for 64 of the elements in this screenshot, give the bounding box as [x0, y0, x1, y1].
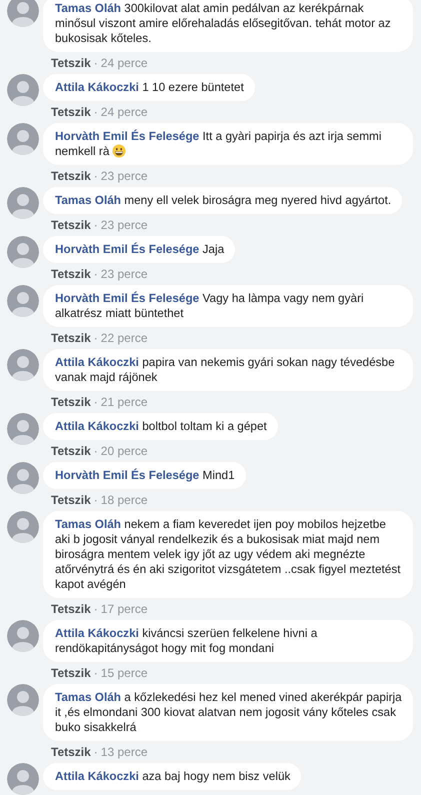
author-link[interactable]: Tamas Oláh [55, 690, 122, 704]
like-link[interactable]: Tetszik [51, 56, 91, 70]
separator-dot: · [94, 331, 98, 345]
comment-text: Tamas Oláh a kőzlekedési hez kel mened vined akerékpár papirja it ,és elmondani 300 kiovat alatvan nem jogosit vány kőteles csak buko sisakkelrá [55, 690, 402, 735]
comment-text: Horvàth Emil És Felesége Vagy ha làmpa vagy nem gyàri alkatrész miatt büntethet [55, 291, 365, 321]
avatar-placeholder[interactable] [7, 285, 39, 317]
avatar-placeholder[interactable] [7, 763, 39, 795]
author-link[interactable]: Horvàth Emil És Felesége [55, 129, 200, 143]
comment-text: Tamas Oláh meny ell velek biroságra meg nyered hivd agyártot. [55, 193, 392, 208]
author-link[interactable]: Attila Kákoczki [55, 355, 139, 369]
separator-dot: · [94, 666, 98, 680]
separator-dot: · [94, 218, 98, 232]
avatar-placeholder[interactable] [7, 511, 39, 543]
comment-text: Tamas Oláh nekem a fiam keveredet ijen poy mobilos hejzetbe aki b jogosit ványal rendelkezik és a bukosisak miat majd nem biroságra mentem velek igy jőt az ugy védem aki megnézte atőrvénytrá és én aki szigoritot vizsgátetem ..csak figyel meztetést kapot avégén [55, 517, 402, 592]
like-link[interactable]: Tetszik [51, 602, 91, 616]
separator-dot: · [94, 444, 98, 458]
avatar-placeholder[interactable] [7, 620, 39, 652]
avatar-placeholder[interactable] [7, 123, 39, 155]
avatar-placeholder[interactable] [7, 236, 39, 268]
comment-text: Attila Kákoczki aza baj hogy nem bisz velük [55, 769, 290, 784]
like-link[interactable]: Tetszik [51, 267, 91, 281]
like-link[interactable]: Tetszik [51, 105, 91, 119]
avatar-placeholder[interactable] [7, 413, 39, 445]
like-link[interactable]: Tetszik [51, 395, 91, 409]
author-link[interactable]: Horvàth Emil És Felesége [55, 291, 200, 305]
avatar-placeholder[interactable] [7, 74, 39, 106]
separator-dot: · [94, 267, 98, 281]
separator-dot: · [94, 493, 98, 507]
separator-dot: · [94, 395, 98, 409]
separator-dot: · [94, 602, 98, 616]
like-link[interactable]: Tetszik [51, 331, 91, 345]
comment-text: Tamas Oláh 300kilovat alat amin pedálvan az kerékpárnak minősul viszont amire előrehaladás elősegitővan. tehát motor az bukosisak kőteles. [55, 1, 392, 46]
like-link[interactable]: Tetszik [51, 444, 91, 458]
grinning-face-icon [112, 144, 126, 158]
author-link[interactable]: Tamas Oláh [55, 193, 122, 207]
like-link[interactable]: Tetszik [51, 493, 91, 507]
author-link[interactable]: Tamas Oláh [55, 517, 122, 531]
comment-text: Attila Kákoczki 1 10 ezere büntetet [55, 80, 244, 95]
like-link[interactable]: Tetszik [51, 745, 91, 759]
separator-dot: · [94, 105, 98, 119]
comment-text: Horvàth Emil És Felesége Itt a gyàri papirja és azt irja semmi nemkell rà [55, 129, 383, 159]
author-link[interactable]: Tamas Oláh [55, 1, 122, 15]
separator-dot: · [94, 745, 98, 759]
like-link[interactable]: Tetszik [51, 169, 91, 183]
like-link[interactable]: Tetszik [51, 666, 91, 680]
separator-dot: · [94, 169, 98, 183]
author-link[interactable]: Attila Kákoczki [55, 80, 139, 94]
comment-text: Attila Kákoczki boltbol toltam ki a gépet [55, 419, 267, 434]
author-link[interactable]: Attila Kákoczki [55, 419, 139, 433]
comment-text: Horvàth Emil És Felesége Mind1 [55, 468, 235, 483]
avatar-placeholder[interactable] [7, 0, 39, 27]
avatar-placeholder[interactable] [7, 462, 39, 494]
author-link[interactable]: Horvàth Emil És Felesége [55, 242, 200, 256]
author-link[interactable]: Horvàth Emil És Felesége [55, 468, 200, 482]
author-link[interactable]: Attila Kákoczki [55, 769, 139, 783]
author-link[interactable]: Attila Kákoczki [55, 626, 139, 640]
like-link[interactable]: Tetszik [51, 218, 91, 232]
avatar-placeholder[interactable] [7, 187, 39, 219]
comment-text: Attila Kákoczki papira van nekemis gyári sokan nagy tévedésbe vanak majd rájönek [55, 355, 396, 385]
separator-dot: · [94, 56, 98, 70]
avatar-placeholder[interactable] [7, 349, 39, 381]
avatar-placeholder[interactable] [7, 684, 39, 716]
comment-text: Horvàth Emil És Felesége Jaja [55, 242, 224, 257]
comment-text: Attila Kákoczki kiváncsi szerüen felkelene hivni a rendökapitányságot hogy mit fog mondani [55, 626, 318, 656]
